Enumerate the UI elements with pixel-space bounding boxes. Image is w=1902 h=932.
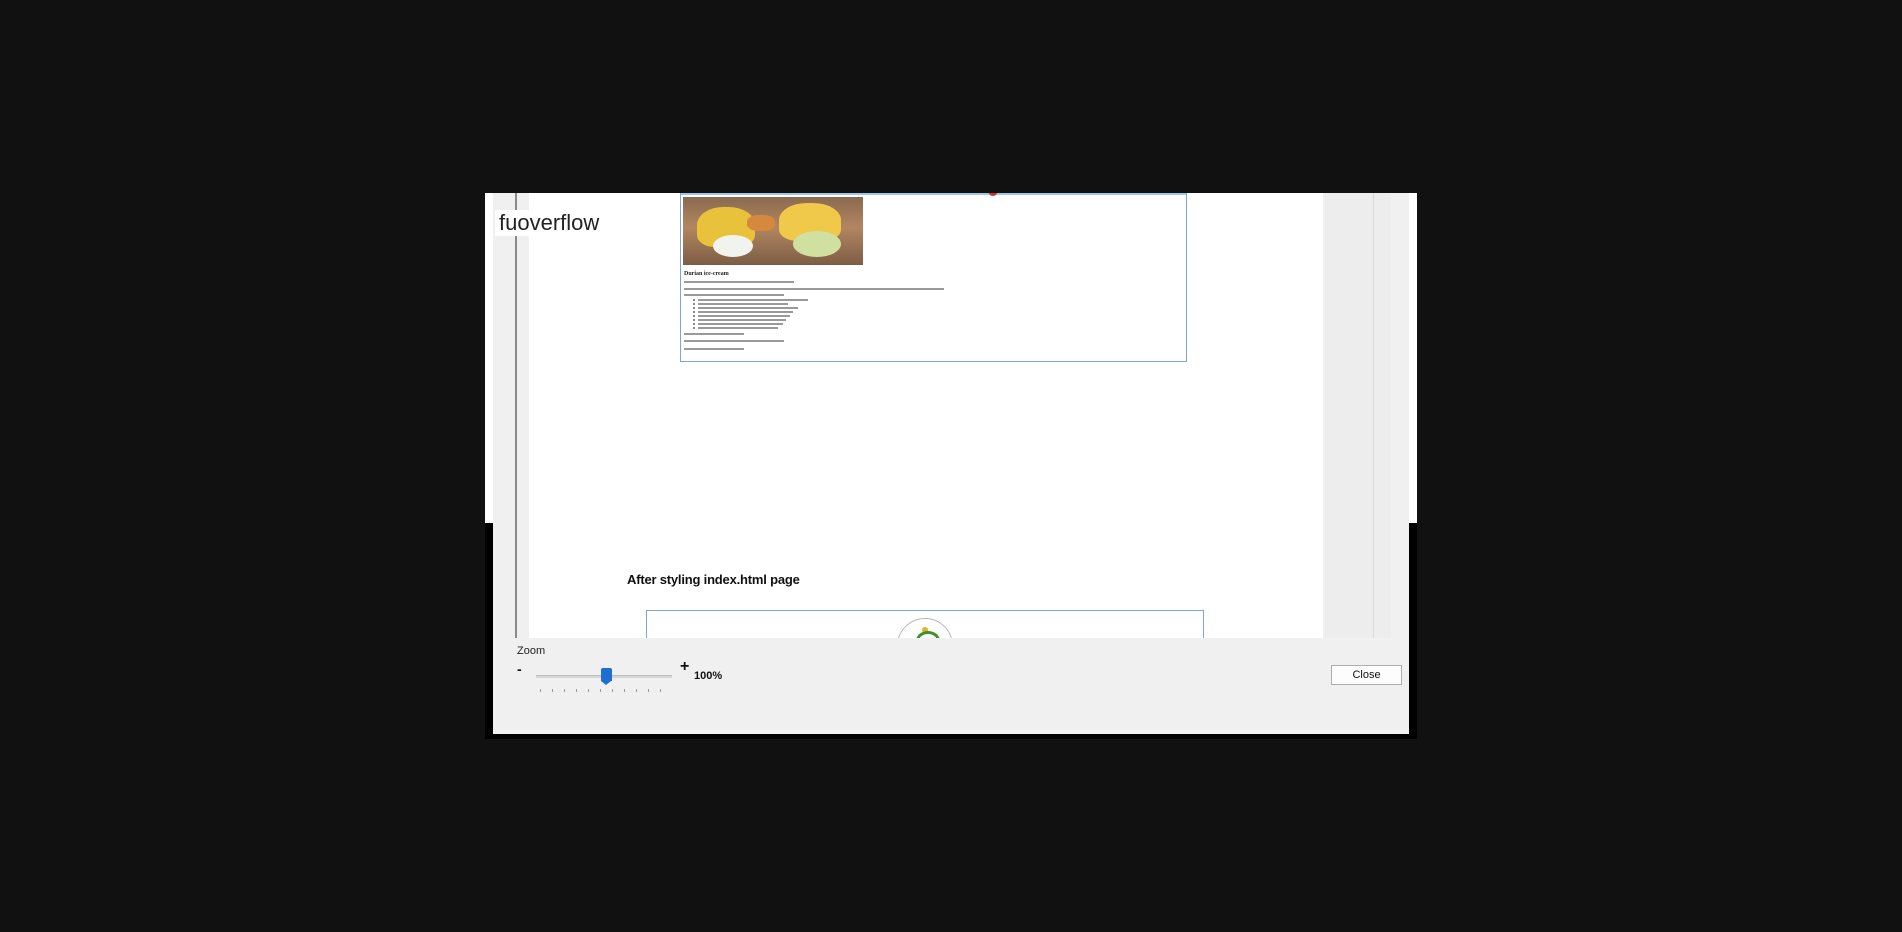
screenshot-title: Durian ice-cream [684, 271, 729, 277]
zoom-percent: 100% [694, 670, 723, 682]
watermark-text: fuoverflow [495, 210, 604, 236]
zoom-out-button[interactable]: - [517, 661, 522, 677]
zoom-in-button[interactable]: + [680, 658, 689, 676]
text-line [684, 348, 744, 350]
styled-page-screenshot [646, 610, 1204, 638]
dialog-frame: Durian ice-cream After styling index.htm… [493, 193, 1409, 734]
red-dot-marker [989, 193, 997, 196]
site-logo [897, 618, 953, 638]
ice-cream-photo [683, 197, 863, 265]
text-line [684, 340, 784, 342]
image-viewport[interactable]: Durian ice-cream After styling index.htm… [515, 193, 1393, 638]
zoom-slider-ticks [540, 689, 670, 693]
zoom-label: Zoom [517, 645, 546, 657]
text-line [684, 294, 784, 296]
zoom-slider-thumb[interactable] [601, 668, 612, 685]
section-heading: After styling index.html page [627, 572, 800, 587]
vertical-scrollbar[interactable] [1373, 193, 1374, 638]
text-line [684, 333, 744, 335]
text-line [684, 288, 944, 290]
document-page: Durian ice-cream After styling index.htm… [529, 193, 1323, 638]
text-line [684, 281, 794, 283]
screenshot-top-bar [681, 193, 1186, 195]
unstyled-page-screenshot: Durian ice-cream [680, 193, 1187, 362]
image-viewer-dialog: Durian ice-cream After styling index.htm… [485, 193, 1417, 739]
viewer-gutter [1325, 193, 1391, 638]
close-button[interactable]: Close [1331, 665, 1402, 685]
